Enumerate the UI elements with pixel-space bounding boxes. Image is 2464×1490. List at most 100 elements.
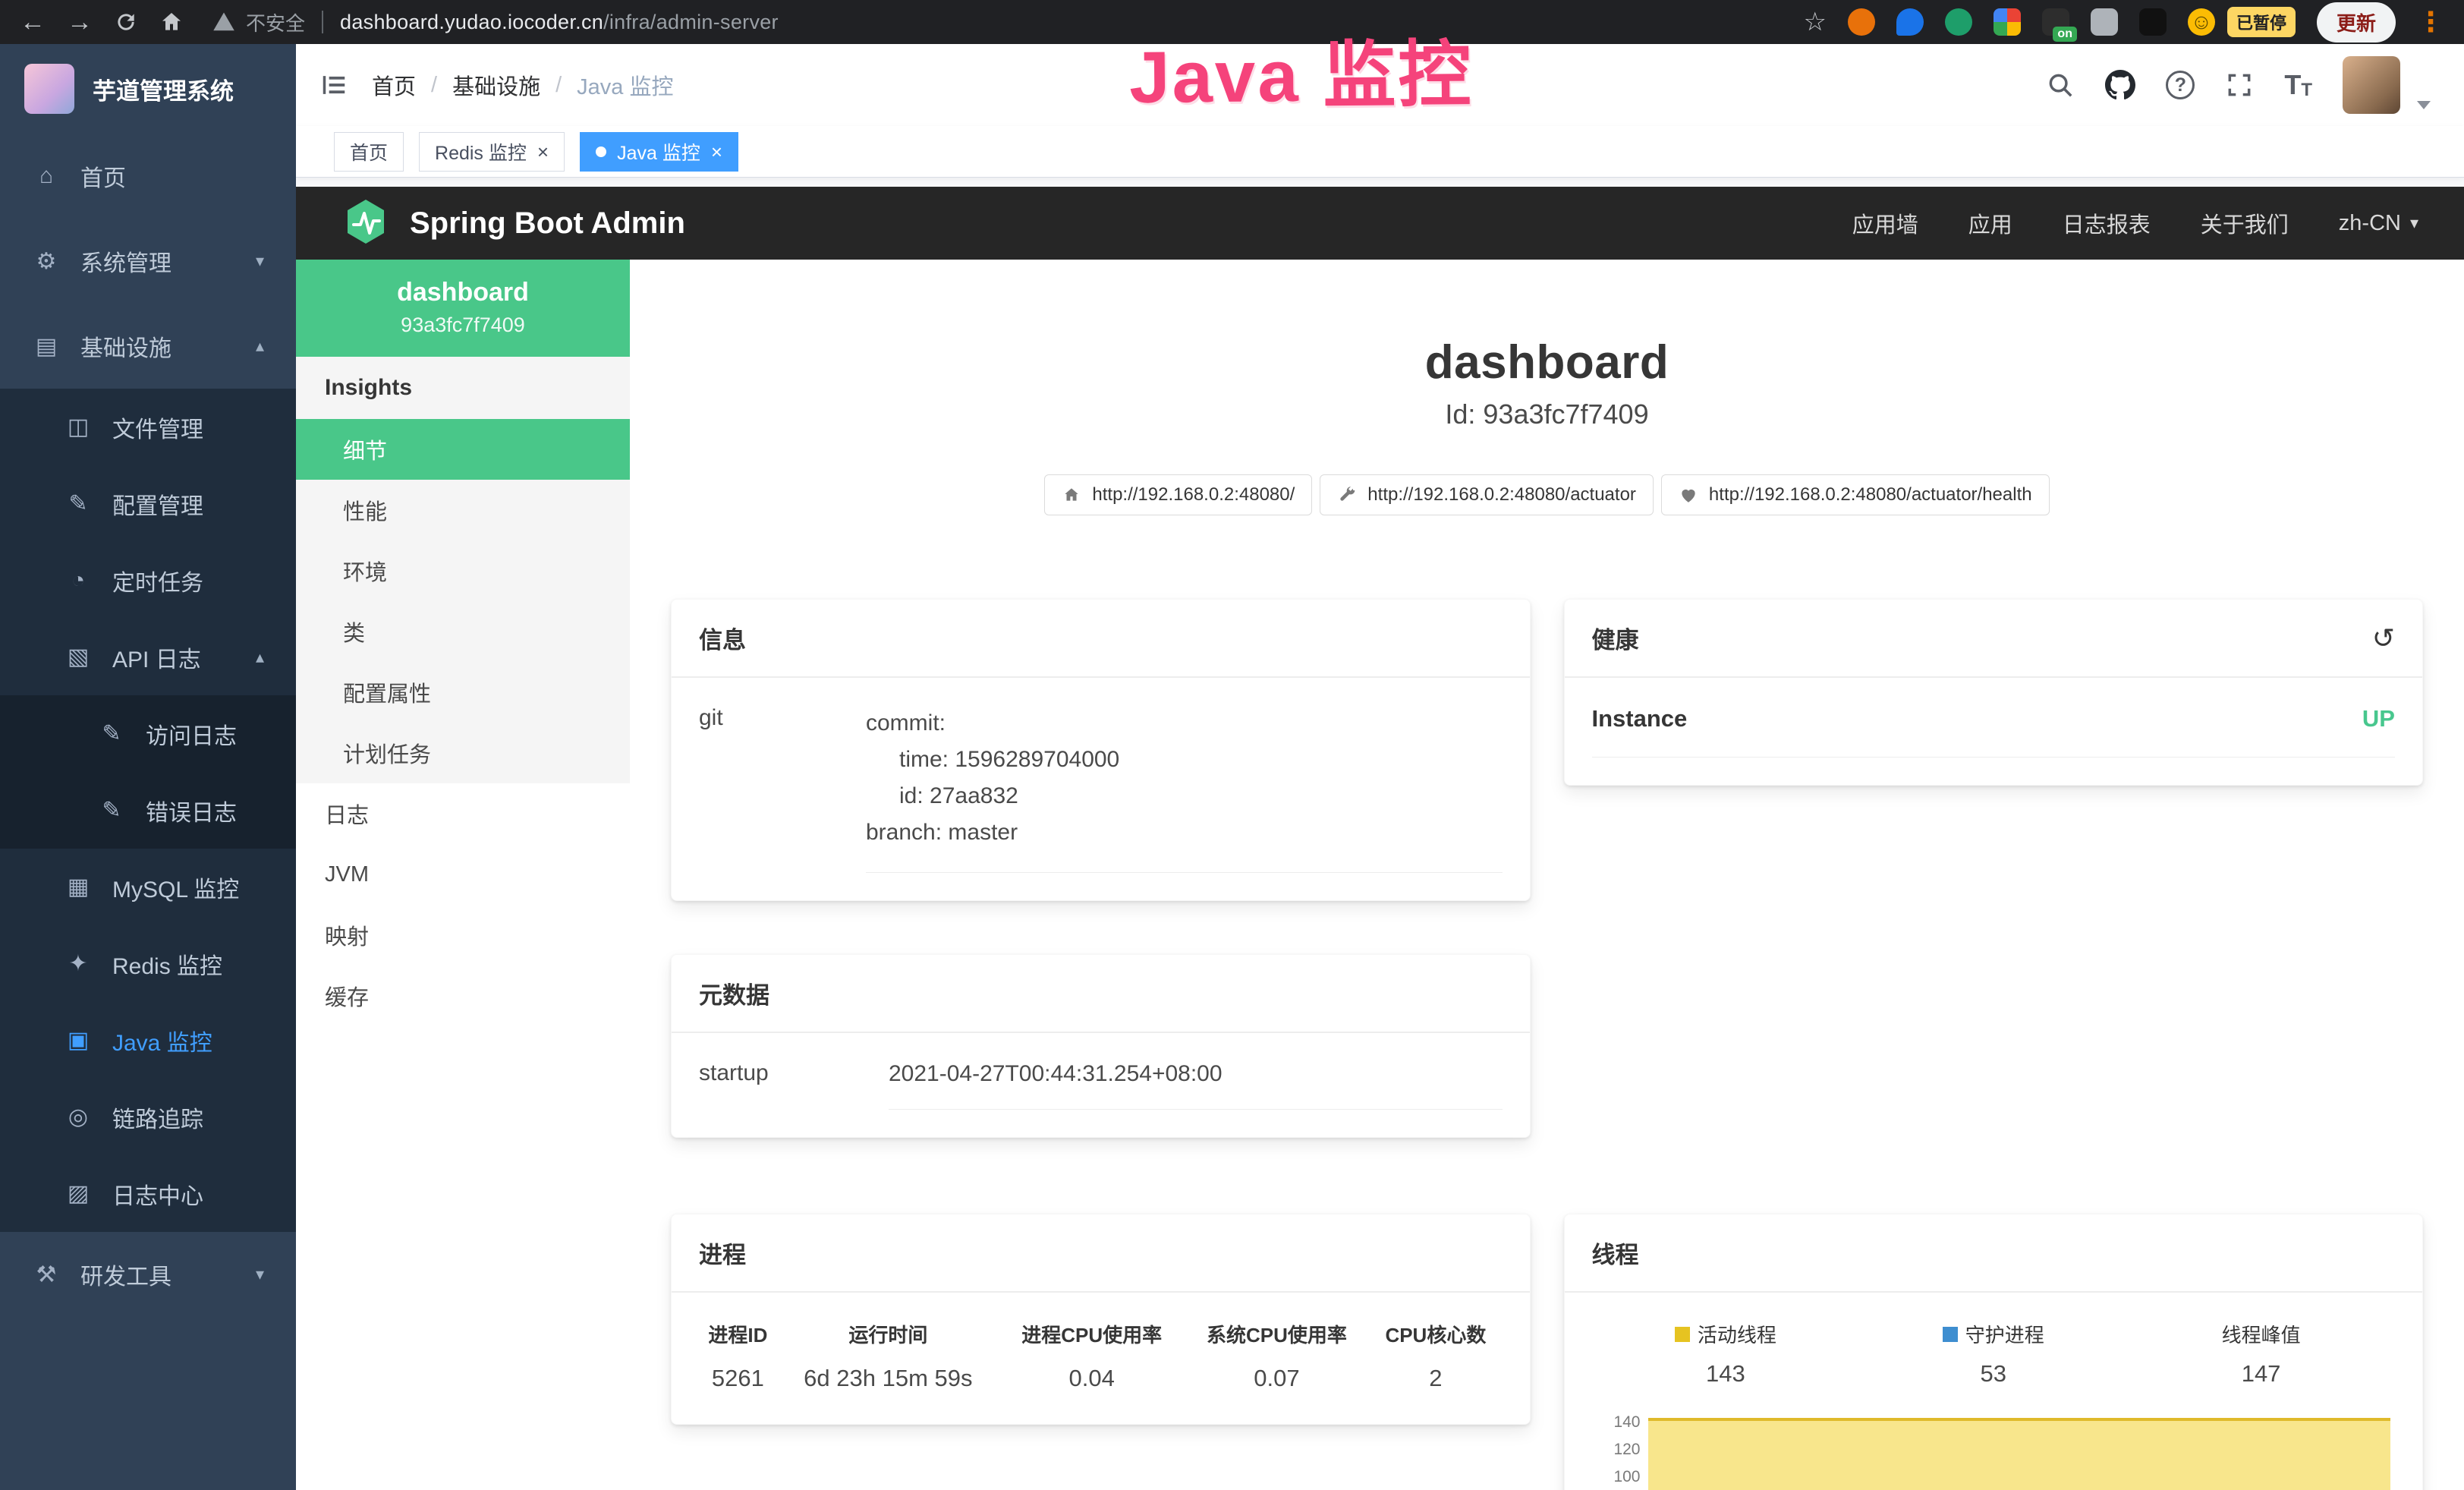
sba-item-logs[interactable]: 日志	[296, 783, 630, 844]
git-id-line: id: 27aa832	[866, 778, 1503, 814]
sba-item-environment[interactable]: 环境	[296, 540, 630, 601]
history-icon[interactable]: ↺	[2372, 625, 2395, 652]
monitor-icon: ▣	[64, 1027, 93, 1054]
sidebar-item-error-logs[interactable]: ✎ 错误日志	[0, 772, 296, 849]
app-logo[interactable]: 芋道管理系统	[0, 44, 296, 134]
sba-nav-about[interactable]: 关于我们	[2201, 207, 2289, 239]
annotation-overlay: Java 监控	[1128, 15, 1473, 124]
trace-icon: ◎	[64, 1104, 93, 1130]
help-icon[interactable]: ?	[2166, 71, 2195, 99]
threads-card: 线程 活动线程 1	[1564, 1214, 2424, 1490]
tab-home[interactable]: 首页	[334, 132, 404, 172]
sidebar-item-system-management[interactable]: ⚙ 系统管理 ▾	[0, 219, 296, 304]
sidebar-item-config-management[interactable]: ✎ 配置管理	[0, 465, 296, 542]
sidebar-item-infrastructure[interactable]: ▤ 基础设施 ▴	[0, 304, 296, 389]
home-icon[interactable]	[159, 10, 184, 34]
tab-java-monitor[interactable]: Java 监控 ×	[580, 132, 738, 172]
health-status-badge: UP	[2362, 705, 2395, 732]
font-size-icon[interactable]: TT	[2284, 69, 2312, 101]
uptime-value: 6d 23h 15m 59s	[777, 1365, 999, 1397]
log-icon: ▧	[64, 644, 93, 670]
metadata-value: 2021-04-27T00:44:31.254+08:00	[889, 1060, 1503, 1110]
info-row-git: git commit: time: 1596289704000 id: 27aa…	[699, 705, 1503, 873]
extension-icon-2[interactable]	[1896, 8, 1924, 36]
close-icon[interactable]: ×	[711, 142, 722, 162]
infrastructure-icon: ▤	[32, 333, 61, 360]
extension-icon-5[interactable]: on	[2042, 8, 2069, 36]
heart-icon	[1679, 485, 1698, 505]
browser-menu-icon[interactable]: ⋮	[2417, 6, 2444, 38]
address-bar[interactable]: 不安全 dashboard.yudao.iocoder.cn/infra/adm…	[212, 8, 779, 36]
legend-label: 活动线程	[1592, 1320, 1860, 1348]
fullscreen-icon[interactable]	[2225, 71, 2254, 99]
search-icon[interactable]	[2046, 71, 2075, 99]
breadcrumb-infrastructure[interactable]: 基础设施	[452, 69, 540, 101]
threads-legend: 活动线程 143 守护进程	[1592, 1320, 2396, 1388]
reload-icon[interactable]	[114, 10, 138, 34]
sba-item-config-props[interactable]: 配置属性	[296, 662, 630, 723]
sidebar-item-redis-monitor[interactable]: ✦ Redis 监控	[0, 925, 296, 1002]
instance-header: dashboard 93a3fc7f7409	[296, 260, 630, 357]
service-url: http://192.168.0.2:48080/	[1092, 484, 1295, 506]
sidebar-item-mysql-monitor[interactable]: ▦ MySQL 监控	[0, 849, 296, 925]
forward-icon[interactable]: →	[67, 9, 93, 35]
sba-item-metrics[interactable]: 性能	[296, 480, 630, 540]
sidebar-item-java-monitor[interactable]: ▣ Java 监控	[0, 1002, 296, 1079]
breadcrumb-home[interactable]: 首页	[372, 69, 416, 101]
extension-icon-1[interactable]	[1848, 8, 1875, 36]
logo-title: 芋道管理系统	[93, 72, 234, 106]
extension-icon-3[interactable]	[1945, 8, 1972, 36]
bookmark-star-icon[interactable]: ☆	[1803, 9, 1826, 35]
dashboard-icon: ⌂	[32, 163, 61, 189]
sidebar-item-label: API 日志	[112, 641, 201, 674]
metadata-row-startup: startup 2021-04-27T00:44:31.254+08:00	[699, 1060, 1503, 1110]
language-selector[interactable]: zh-CN ▾	[2339, 211, 2418, 236]
font-size-large: T	[2284, 69, 2301, 101]
sba-nav-journal[interactable]: 日志报表	[2063, 207, 2151, 239]
sba-item-mappings[interactable]: 映射	[296, 905, 630, 966]
sba-item-classes[interactable]: 类	[296, 601, 630, 662]
error-log-icon: ✎	[97, 797, 126, 824]
sba-item-jvm[interactable]: JVM	[296, 844, 630, 905]
threads-chart: 140 120 100	[1592, 1410, 2396, 1490]
sba-item-caches[interactable]: 缓存	[296, 966, 630, 1026]
avatar-caret-icon	[2417, 101, 2431, 109]
sidebar-item-tracing[interactable]: ◎ 链路追踪	[0, 1079, 296, 1155]
legend-swatch-yellow	[1675, 1327, 1690, 1342]
sba-item-details[interactable]: 细节	[296, 419, 630, 480]
sidebar-item-access-logs[interactable]: ✎ 访问日志	[0, 695, 296, 772]
tab-redis-monitor[interactable]: Redis 监控 ×	[419, 132, 565, 172]
sba-item-scheduled-tasks[interactable]: 计划任务	[296, 723, 630, 783]
y-tick: 100	[1613, 1468, 1640, 1486]
extension-icon-6[interactable]	[2091, 8, 2118, 36]
actuator-url-link[interactable]: http://192.168.0.2:48080/actuator	[1320, 474, 1654, 515]
avatar[interactable]	[2343, 56, 2400, 114]
gear-icon: ⚙	[32, 248, 61, 275]
sidebar-item-scheduled-tasks[interactable]: ◔ 定时任务	[0, 542, 296, 619]
extension-icon-7[interactable]	[2139, 8, 2167, 36]
github-icon[interactable]	[2105, 70, 2135, 100]
process-cpu-value: 0.04	[999, 1365, 1185, 1397]
extension-icon-4[interactable]	[1994, 8, 2021, 36]
hamburger-icon[interactable]	[296, 44, 372, 126]
legend-value: 147	[2127, 1360, 2395, 1388]
spring-boot-admin: Spring Boot Admin 应用墙 应用 日志报表 关于我们 zh-CN…	[296, 187, 2464, 1490]
sidebar-item-file-management[interactable]: ◫ 文件管理	[0, 389, 296, 465]
sidebar-item-log-center[interactable]: ▨ 日志中心	[0, 1155, 296, 1232]
service-url-link[interactable]: http://192.168.0.2:48080/	[1044, 474, 1312, 515]
metadata-key: startup	[699, 1060, 889, 1110]
wrench-icon	[1337, 485, 1357, 505]
sidebar-item-api-logs[interactable]: ▧ API 日志 ▴	[0, 619, 296, 695]
back-icon[interactable]: ←	[20, 9, 46, 35]
sidebar-item-home[interactable]: ⌂ 首页	[0, 134, 296, 219]
card-title: 元数据	[699, 976, 769, 1010]
extension-icon-8[interactable]: ☺	[2188, 8, 2215, 36]
database-icon: ▦	[64, 874, 93, 900]
sba-nav-wallboard[interactable]: 应用墙	[1852, 207, 1918, 239]
sba-nav-applications[interactable]: 应用	[1968, 207, 2012, 239]
legend-label: 线程峰值	[2127, 1320, 2395, 1348]
sidebar-item-dev-tools[interactable]: ⚒ 研发工具 ▾	[0, 1232, 296, 1317]
update-button[interactable]: 更新	[2317, 2, 2396, 43]
close-icon[interactable]: ×	[537, 142, 549, 162]
health-url-link[interactable]: http://192.168.0.2:48080/actuator/health	[1661, 474, 2050, 515]
